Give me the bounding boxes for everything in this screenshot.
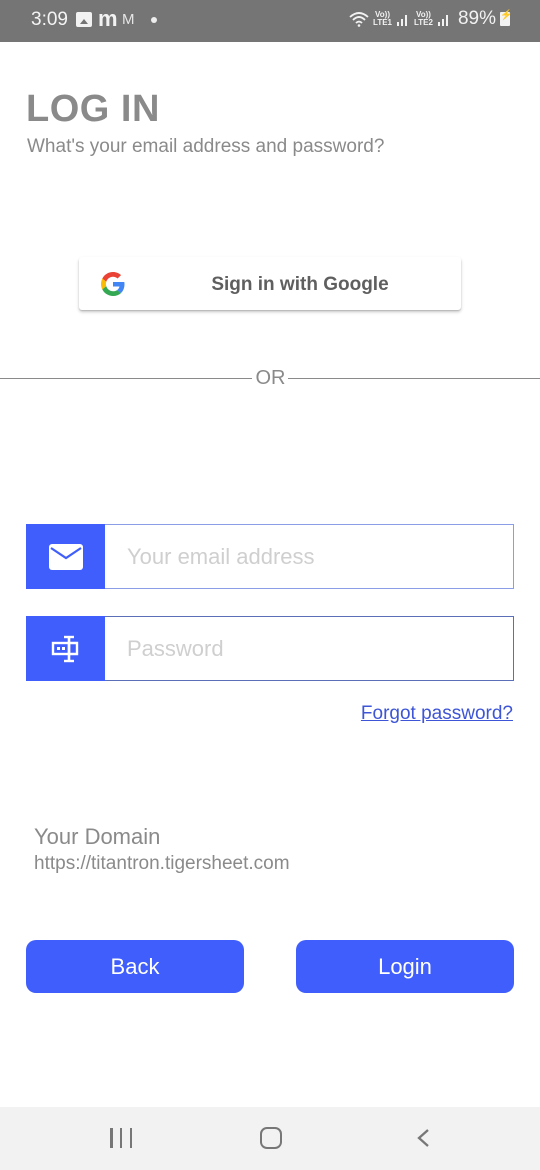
login-button[interactable]: Login bbox=[296, 940, 514, 993]
password-icon-box bbox=[26, 616, 105, 681]
wifi-icon bbox=[349, 12, 369, 27]
system-nav-bar bbox=[0, 1107, 540, 1170]
page-subtitle: What's your email address and password? bbox=[27, 136, 385, 157]
dot-icon bbox=[151, 17, 157, 23]
or-divider: OR bbox=[0, 367, 540, 389]
signal-icon bbox=[397, 15, 407, 26]
back-icon[interactable] bbox=[414, 1128, 434, 1148]
forgot-password-link[interactable]: Forgot password? bbox=[361, 703, 513, 725]
recent-apps-icon[interactable] bbox=[110, 1128, 132, 1148]
sim2-indicator: Vo)) LTE2 bbox=[414, 10, 433, 27]
status-right: Vo)) LTE1 Vo)) LTE2 89% bbox=[349, 8, 512, 30]
status-time: 3:09 bbox=[31, 9, 68, 30]
status-bar: 3:09 m M Vo)) LTE1 Vo)) LTE2 89% bbox=[0, 0, 540, 42]
google-sign-in-label: Sign in with Google bbox=[211, 274, 389, 295]
email-input[interactable] bbox=[105, 524, 514, 589]
gmail-icon: M bbox=[122, 11, 135, 28]
or-text: OR bbox=[255, 367, 286, 389]
gallery-icon bbox=[76, 12, 92, 27]
battery-charging-icon bbox=[500, 10, 512, 26]
m-app-icon: m bbox=[98, 6, 118, 31]
password-field-group bbox=[26, 616, 514, 681]
envelope-icon bbox=[48, 543, 83, 570]
domain-value: https://titantron.tigersheet.com bbox=[34, 853, 290, 874]
battery-percent: 89% bbox=[457, 8, 496, 29]
password-field-icon bbox=[51, 635, 78, 662]
email-field-group bbox=[26, 524, 514, 589]
home-icon[interactable] bbox=[260, 1127, 282, 1149]
google-sign-in-button[interactable]: Sign in with Google bbox=[79, 257, 461, 310]
password-input[interactable] bbox=[105, 616, 514, 681]
domain-label: Your Domain bbox=[34, 824, 161, 849]
sim1-indicator: Vo)) LTE1 bbox=[373, 10, 392, 27]
back-button[interactable]: Back bbox=[26, 940, 244, 993]
page-title: LOG IN bbox=[26, 88, 160, 130]
divider-line bbox=[0, 378, 252, 379]
signal-icon bbox=[437, 15, 448, 26]
divider-line bbox=[288, 378, 540, 379]
email-icon-box bbox=[26, 524, 105, 589]
